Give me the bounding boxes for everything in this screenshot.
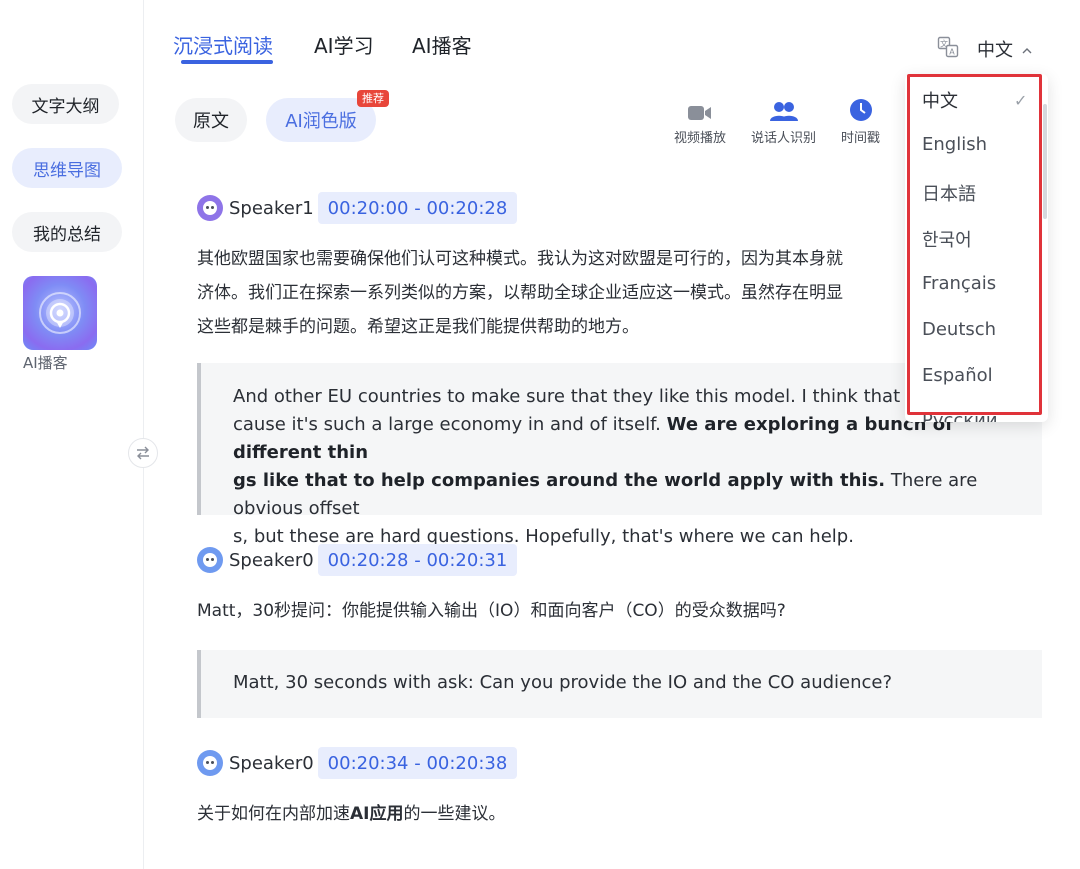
speaker-header: Speaker0 00:20:28 - 00:20:31 <box>197 544 518 576</box>
timestamp-chip[interactable]: 00:20:00 - 00:20:28 <box>317 192 518 224</box>
language-option-german[interactable]: Deutsch <box>922 319 996 340</box>
text-line: Matt, 30 seconds with ask: Can you provi… <box>233 672 893 693</box>
active-tab-underline <box>181 60 273 64</box>
chinese-paragraph: Matt，30秒提问：你能提供输入输出（IO）和面向客户（CO）的受众数据吗? <box>197 601 786 621</box>
robot-avatar-icon <box>203 201 217 215</box>
speaker-name: Speaker0 <box>229 752 314 774</box>
speaker-name: Speaker0 <box>229 549 314 571</box>
swap-toggle-button[interactable] <box>128 438 158 468</box>
speaker-header: Speaker1 00:20:00 - 00:20:28 <box>197 192 518 224</box>
speaker-header: Speaker0 00:20:34 - 00:20:38 <box>197 747 518 779</box>
speakers-icon <box>769 102 798 121</box>
swap-icon <box>137 446 149 460</box>
timestamp-chip[interactable]: 00:20:34 - 00:20:38 <box>317 747 518 779</box>
language-option-english[interactable]: English <box>922 134 987 155</box>
left-sidebar: 文字大纲 思维导图 我的总结 AI播客 <box>0 0 143 869</box>
timestamp-label: 时间戳 <box>841 131 881 146</box>
robot-avatar-icon <box>203 553 217 567</box>
chevron-up-icon <box>1022 48 1032 54</box>
text-line: 其他欧盟国家也需要确保他们认可这种模式。我认为这对欧盟是可行的，因为其本身就 <box>197 249 843 269</box>
text-span: 的一些建议。 <box>403 804 506 824</box>
language-dropdown: 中文 ✓ English 日本語 한국어 Français Deutsch Es… <box>905 74 1048 422</box>
avatar <box>197 750 223 776</box>
text-span: cause it's such a large economy in and o… <box>233 414 667 435</box>
dropdown-scrollbar[interactable] <box>1043 104 1047 219</box>
language-option-french[interactable]: Français <box>922 273 996 294</box>
translate-icon[interactable]: 文 A <box>937 36 959 58</box>
video-icon <box>688 106 711 120</box>
language-option-japanese[interactable]: 日本語 <box>922 180 976 206</box>
svg-text:A: A <box>949 48 955 57</box>
text-span: 关于如何在内部加速 <box>197 804 350 824</box>
clock-icon <box>849 99 872 121</box>
chinese-paragraph: 关于如何在内部加速AI应用的一些建议。 <box>197 797 505 831</box>
tab-ai-podcast[interactable]: AI播客 <box>412 30 472 59</box>
language-option-chinese[interactable]: 中文 <box>922 87 958 113</box>
timestamp-button[interactable]: 时间戳 <box>841 96 880 146</box>
ai-podcast-label: AI播客 <box>23 354 68 372</box>
avatar <box>197 547 223 573</box>
video-playback-label: 视频播放 <box>674 131 727 146</box>
speaker-identification-button[interactable]: 说话人识别 <box>751 96 816 146</box>
language-selector[interactable]: 中文 <box>977 36 1033 62</box>
robot-avatar-icon <box>203 756 217 770</box>
timestamp-chip[interactable]: 00:20:28 - 00:20:31 <box>317 544 518 576</box>
podcast-icon <box>39 292 81 334</box>
english-quote: Matt, 30 seconds with ask: Can you provi… <box>197 650 1042 718</box>
recommended-badge: 推荐 <box>357 90 389 107</box>
speaker-name: Speaker1 <box>229 197 314 219</box>
original-version-button[interactable]: 原文 <box>175 98 247 142</box>
tab-immersive-reading[interactable]: 沉浸式阅读 <box>173 30 273 59</box>
text-line: 这些都是棘手的问题。希望这正是我们能提供帮助的地方。 <box>197 317 639 337</box>
language-option-korean[interactable]: 한국어 <box>922 226 972 252</box>
bold-text: gs like that to help companies around th… <box>233 470 886 491</box>
chinese-paragraph: 其他欧盟国家也需要确保他们认可这种模式。我认为这对欧盟是可行的，因为其本身就 济… <box>197 242 843 344</box>
ai-podcast-tile[interactable] <box>23 276 97 350</box>
check-icon: ✓ <box>1014 91 1028 110</box>
text-line: 济体。我们正在探索一系列类似的方案，以帮助全球企业适应这一模式。虽然存在明显 <box>197 283 843 303</box>
avatar <box>197 195 223 221</box>
video-playback-button[interactable]: 视频播放 <box>674 96 726 146</box>
language-option-russian[interactable]: Русский <box>922 410 998 422</box>
language-option-spanish[interactable]: Español <box>922 365 993 386</box>
bold-text: AI应用 <box>350 804 404 824</box>
sidebar-item-summary[interactable]: 我的总结 <box>12 212 122 252</box>
language-current-label: 中文 <box>977 40 1013 61</box>
tab-ai-learning[interactable]: AI学习 <box>314 30 374 59</box>
speaker-identification-label: 说话人识别 <box>751 131 817 146</box>
sidebar-item-mindmap[interactable]: 思维导图 <box>12 148 122 188</box>
sidebar-item-outline[interactable]: 文字大纲 <box>12 84 119 124</box>
text-line: gs like that to help companies around th… <box>233 467 1042 523</box>
sidebar-divider <box>143 0 144 869</box>
